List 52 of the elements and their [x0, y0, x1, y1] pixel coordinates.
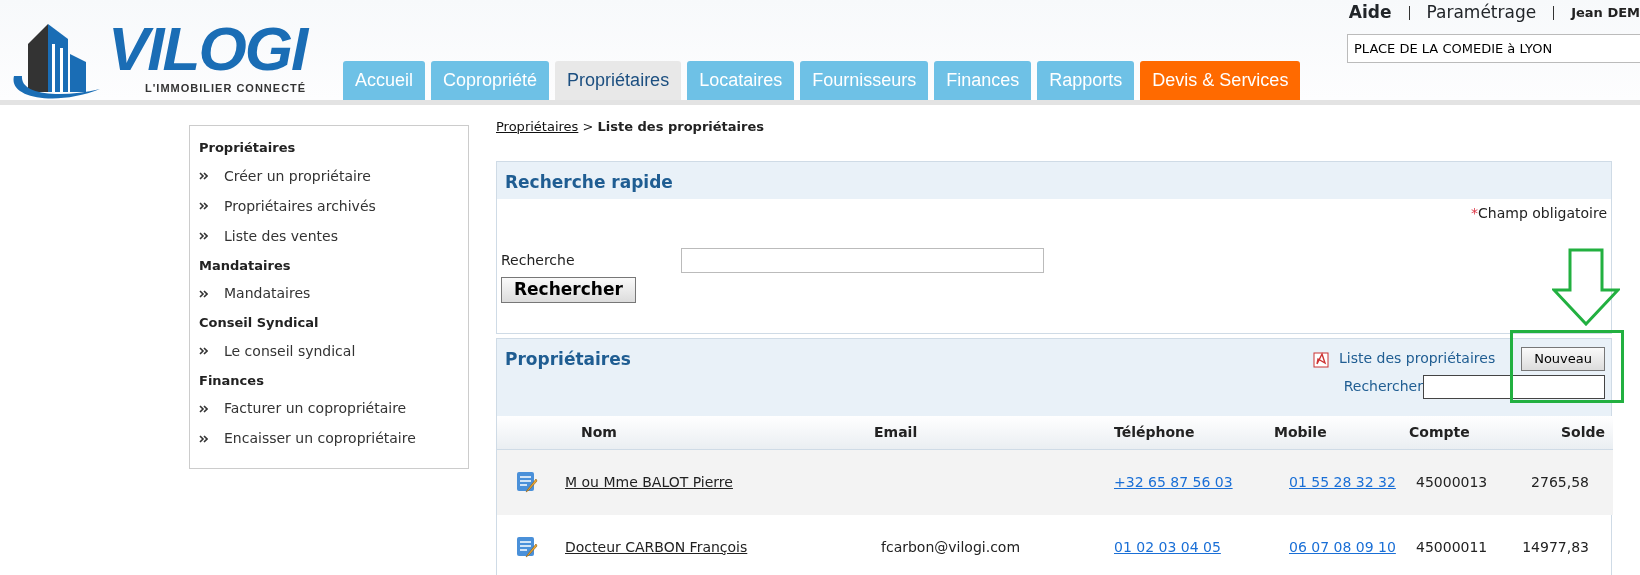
user-name: Jean DEM: [1571, 4, 1640, 23]
table-search-field[interactable]: [1423, 374, 1605, 399]
double-chevron-icon: [199, 289, 208, 298]
sidebar-link[interactable]: Facturer un copropriétaire: [224, 398, 407, 419]
edit-icon[interactable]: [516, 471, 538, 494]
pdf-icon: [1313, 349, 1332, 368]
breadcrumb-current: Liste des propriétaires: [597, 119, 764, 134]
double-chevron-icon: [199, 232, 208, 240]
table-cell: 2765,58: [1531, 473, 1589, 490]
sidebar-link[interactable]: Le conseil syndical: [224, 340, 356, 362]
breadcrumb-separator: >: [582, 119, 594, 134]
double-chevron-icon: [199, 404, 208, 413]
double-chevron-icon: [199, 434, 208, 443]
search-field[interactable]: [681, 247, 1044, 273]
owner-name-link[interactable]: M ou Mme BALOT Pierre: [565, 473, 733, 490]
double-chevron-icon: [199, 202, 208, 210]
sidebar-heading: Mandataires: [199, 256, 292, 275]
sidebar-heading: Finances: [199, 371, 265, 390]
panel-title: Propriétaires: [505, 347, 631, 371]
owner-name-link[interactable]: Docteur CARBON François: [565, 538, 748, 555]
table-cell: fcarbon@vilogi.com: [881, 538, 1021, 555]
required-note: *Champ obligatoire: [1470, 203, 1608, 223]
logo-name: VILOGI: [108, 17, 307, 80]
sidebar-link[interactable]: Propriétaires archivés: [224, 195, 376, 217]
double-chevron-icon: [199, 347, 208, 355]
nav-tab[interactable]: Propriétaires: [555, 61, 682, 100]
table-cell: 45000011: [1416, 538, 1488, 555]
phone-link[interactable]: 06 07 08 09 10: [1289, 538, 1396, 555]
phone-link[interactable]: 01 02 03 04 05: [1114, 538, 1221, 555]
sidebar-link[interactable]: Liste des ventes: [224, 225, 338, 247]
phone-link[interactable]: +32 65 87 56 03: [1114, 473, 1233, 490]
double-chevron-icon: [199, 172, 208, 180]
pdf-list-link[interactable]: Liste des propriétaires: [1339, 348, 1496, 369]
search-label: Rechercher: [1343, 377, 1423, 396]
sidebar-link[interactable]: Mandataires: [224, 283, 311, 304]
building-field[interactable]: PLACE DE LA COMEDIE à LYON: [1347, 34, 1640, 63]
table-cell: 45000013: [1416, 473, 1488, 490]
help-link[interactable]: Aide: [1348, 0, 1392, 26]
sidebar-heading: Propriétaires: [199, 139, 297, 157]
sidebar-link[interactable]: Créer un propriétaire: [224, 165, 371, 187]
edit-icon[interactable]: [516, 536, 538, 558]
sidebar-heading: Conseil Syndical: [199, 314, 320, 332]
logo-tagline: L'IMMOBILIER CONNECTÉ: [144, 80, 307, 96]
sidebar-link[interactable]: Encaisser un copropriétaire: [224, 428, 416, 449]
settings-link[interactable]: Paramétrage: [1426, 0, 1537, 26]
breadcrumb-link[interactable]: Propriétaires: [496, 119, 579, 134]
table-cell: 14977,83: [1522, 538, 1589, 555]
field-label: Recherche: [501, 250, 576, 270]
new-button[interactable]: Nouveau: [1521, 346, 1605, 371]
panel-title: Recherche rapide: [497, 161, 1611, 199]
column-header: Solde: [1518, 415, 1613, 450]
search-button[interactable]: Rechercher: [501, 276, 636, 303]
